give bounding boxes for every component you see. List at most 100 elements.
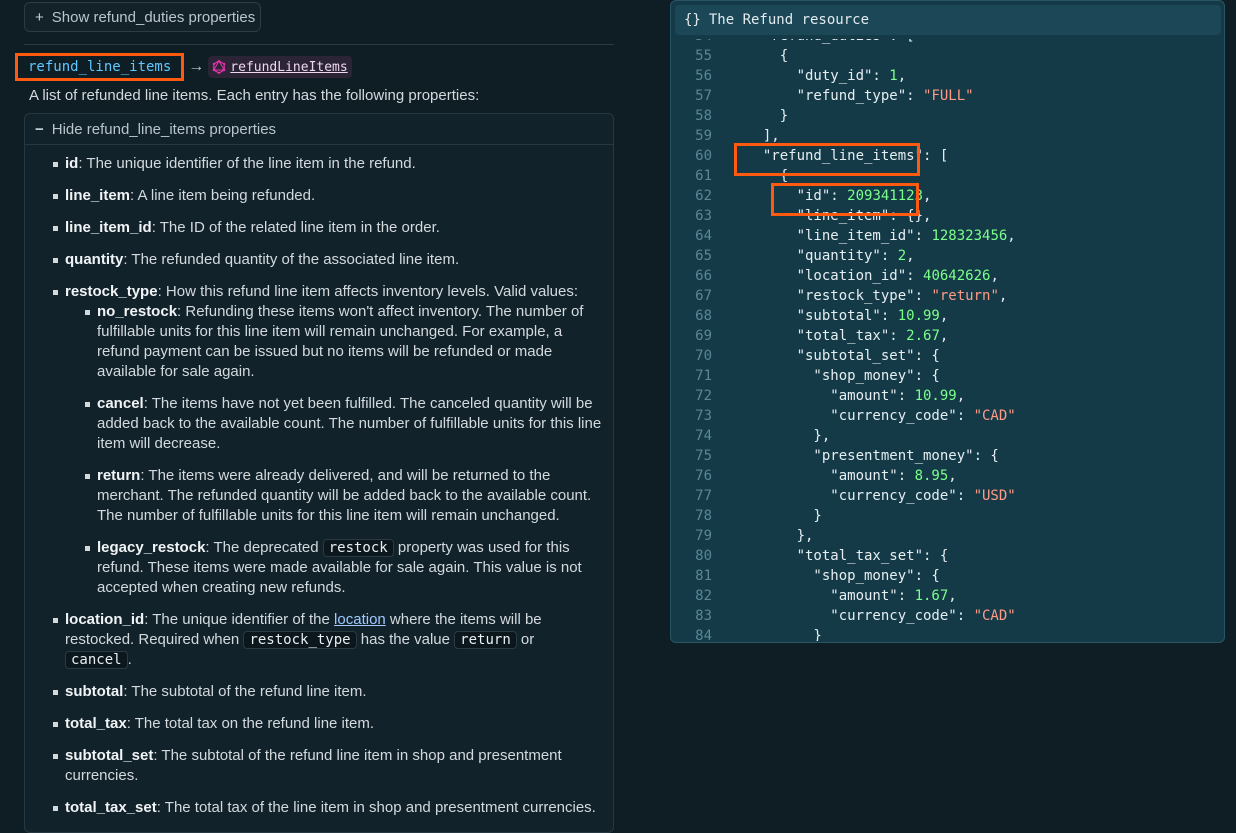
sub-list-item: legacy_restock: The deprecated restock p… [65,538,605,598]
code-line: 74 }, [671,426,1016,446]
list-item: line_item_id: The ID of the related line… [53,218,605,238]
key-token: , [939,308,949,324]
field-text: : The unique identifier of the [144,611,335,628]
line-number: 82 [695,588,712,604]
show-refund-duties-toggle[interactable]: + Show refund_duties properties [24,2,261,32]
key-token: }, [746,428,831,444]
code-text: }, [712,526,814,546]
graphql-icon [212,60,226,74]
code-text: { [712,46,788,66]
code-line: 75 "presentment_money": { [671,446,1016,466]
key-token: "amount": [746,468,915,484]
key-token: } [746,508,822,524]
line-number: 75 [695,448,712,464]
code-text: "subtotal": 10.99, [712,306,949,326]
list-item: total_tax_set: The total tax of the line… [53,798,605,818]
key-token: , [897,68,907,84]
line-number: 66 [695,268,712,284]
property-name[interactable]: refund_line_items [15,53,185,81]
code-text: "shop_money": { [712,366,939,386]
key-token: } [746,108,789,124]
code-line: 69 "total_tax": 2.67, [671,326,1016,346]
code-line: 59 ], [671,126,1016,146]
field-text: : A line item being refunded. [130,187,316,204]
type-link[interactable]: refundLineItems [208,56,352,78]
line-number: 77 [695,488,712,504]
key-token: } [746,628,822,641]
code-text: "total_tax": 2.67, [712,326,949,346]
code-text: } [712,506,822,526]
code-text: } [712,106,788,126]
field-text: : The total tax of the line item in shop… [156,799,596,816]
code-line: 71 "shop_money": { [671,366,1016,386]
number-token: 128323456 [931,228,1008,244]
sub-list-item: return: The items were already delivered… [65,466,605,526]
line-number: 68 [695,308,712,324]
key-token: "subtotal": [746,308,898,324]
code-text: "presentment_money": { [712,446,998,466]
key-token: "amount": [746,388,915,404]
code-text: "total_tax_set": { [712,546,949,566]
number-token: 2.67 [906,328,940,344]
field-name: subtotal_set [65,747,154,764]
field-name: subtotal [65,683,124,700]
code-text: "amount": 8.95, [712,466,956,486]
code-line: 77 "currency_code": "USD" [671,486,1016,506]
number-token: 1 [889,68,898,84]
string-token: "CAD" [973,408,1016,424]
list-item: id: The unique identifier of the line it… [53,154,605,174]
key-token: "restock_type": [746,288,932,304]
field-text: or [516,631,535,648]
code-line: 61 { [671,166,1016,186]
inline-code: cancel [65,651,128,669]
code-text: "currency_code": "CAD" [712,606,1015,626]
divider [24,44,614,45]
braces-icon: {} [684,12,701,28]
line-number: 61 [695,168,712,184]
code-panel: {} The Refund resource 54 "refund_duties… [670,0,1225,643]
key-token: "quantity": [746,248,898,264]
code-text: "refund_duties": [ [712,39,915,46]
value-name: no_restock [97,303,178,320]
line-number: 62 [695,188,712,204]
code-text: { [712,166,788,186]
line-number: 76 [695,468,712,484]
field-text: : The unique identifier of the line item… [78,155,416,172]
list-item: restock_type: How this refund line item … [53,282,605,598]
code-text: "refund_type": "FULL" [712,86,974,106]
inline-code: restock_type [243,631,357,649]
key-token: "amount": [746,588,915,604]
property-list: id: The unique identifier of the line it… [53,154,605,830]
line-number: 83 [695,608,712,624]
code-line: 84 } [671,626,1016,641]
key-token: }, [746,528,814,544]
line-number: 55 [695,48,712,64]
field-text: : How this refund line item affects inve… [157,283,579,300]
code-line: 78 } [671,506,1016,526]
code-lines: 54 "refund_duties": [ 55 {56 "duty_id": 1… [671,39,1016,641]
code-line: 54 "refund_duties": [ [671,39,1016,46]
code-text: } [712,626,822,641]
line-number: 63 [695,208,712,224]
key-token: ], [746,128,780,144]
line-number: 65 [695,248,712,264]
code-line: 62 "id": 209341123, [671,186,1016,206]
key-token: "location_id": [746,268,924,284]
list-item: subtotal: The subtotal of the refund lin… [53,682,605,702]
code-text: "location_id": 40642626, [712,266,999,286]
location-link[interactable]: location [334,611,386,628]
field-name: id [65,155,79,172]
code-panel-header: {} The Refund resource [675,5,1221,35]
value-text: : The deprecated [205,539,323,556]
field-name: restock_type [65,283,158,300]
code-text: "amount": 1.67, [712,586,956,606]
code-view[interactable]: 54 "refund_duties": [ 55 {56 "duty_id": 1… [671,39,1224,641]
code-line: 56 "duty_id": 1, [671,66,1016,86]
line-number: 69 [695,328,712,344]
type-name: refundLineItems [230,59,348,75]
value-name: cancel [97,395,144,412]
key-token: , [923,188,932,204]
arrow-icon: → [188,58,205,75]
line-number: 74 [695,428,712,444]
hide-properties-toggle[interactable]: − Hide refund_line_items properties [25,114,613,145]
